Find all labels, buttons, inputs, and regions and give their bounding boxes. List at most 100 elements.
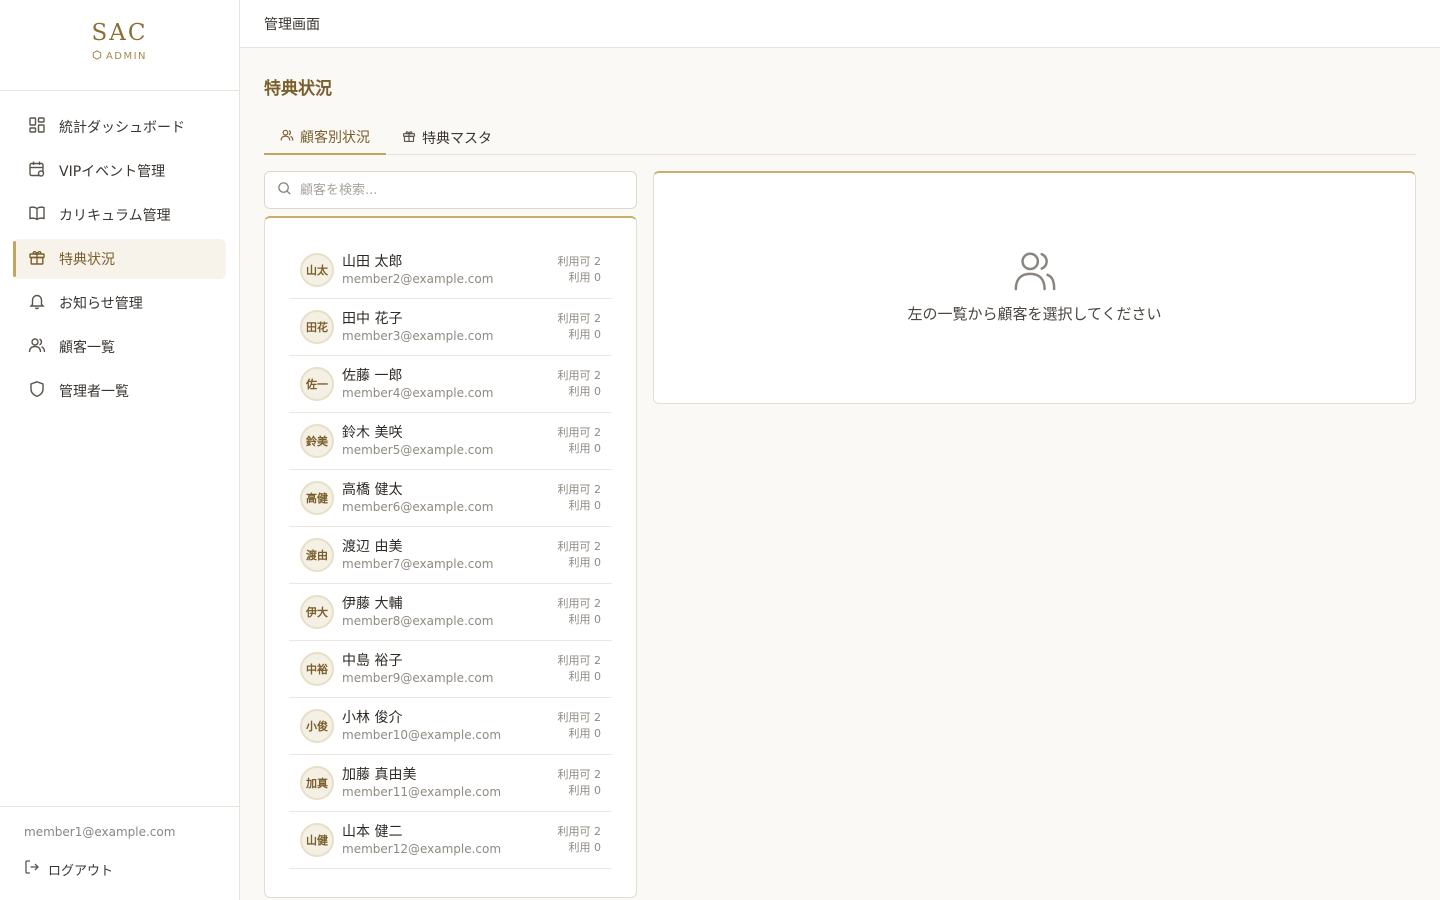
available-count: 利用可 2 — [557, 540, 602, 553]
customer-name: 鈴木 美咲 — [342, 424, 403, 441]
list-item[interactable]: 渡由 渡辺 由美 member7@example.com 利用可 2 利用 0 — [289, 527, 612, 584]
list-item[interactable]: 加真 加藤 真由美 member11@example.com 利用可 2 利用 … — [289, 755, 612, 812]
list-item[interactable]: 中裕 中島 裕子 member9@example.com 利用可 2 利用 0 — [289, 641, 612, 698]
avatar: 鈴美 — [300, 424, 334, 458]
customer-info: 田中 花子 member3@example.com — [342, 310, 558, 345]
brand: SAC ADMIN — [0, 0, 239, 91]
available-count: 利用可 2 — [557, 255, 602, 268]
used-count: 利用 0 — [568, 841, 602, 854]
logout-button[interactable]: ログアウト — [24, 859, 215, 879]
list-item[interactable]: 伊大 伊藤 大輔 member8@example.com 利用可 2 利用 0 — [289, 584, 612, 641]
benefit-counts: 利用可 2 利用 0 — [558, 482, 602, 514]
dashboard-icon — [28, 116, 46, 138]
sidebar-item-label: 顧客一覧 — [59, 340, 115, 356]
users-icon — [280, 128, 294, 146]
benefit-counts: 利用可 2 利用 0 — [558, 596, 602, 628]
calendar-icon — [28, 160, 46, 182]
available-count: 利用可 2 — [557, 597, 602, 610]
customer-email: member2@example.com — [342, 271, 494, 286]
sidebar-item-label: VIPイベント管理 — [59, 164, 166, 180]
customer-detail-panel: 左の一覧から顧客を選択してください — [653, 171, 1416, 404]
avatar: 渡由 — [300, 538, 334, 572]
customer-email: member4@example.com — [342, 385, 494, 400]
available-count: 利用可 2 — [557, 483, 602, 496]
list-item[interactable]: 高健 高橋 健太 member6@example.com 利用可 2 利用 0 — [289, 470, 612, 527]
customer-email: member10@example.com — [342, 727, 502, 742]
benefit-counts: 利用可 2 利用 0 — [558, 710, 602, 742]
tab-customer-status[interactable]: 顧客別状況 — [264, 120, 386, 155]
used-count: 利用 0 — [568, 385, 602, 398]
avatar: 加真 — [300, 766, 334, 800]
customer-info: 小林 俊介 member10@example.com — [342, 709, 558, 744]
customer-name: 渡辺 由美 — [342, 538, 403, 555]
sidebar-item-curriculum[interactable]: カリキュラム管理 — [13, 195, 226, 235]
used-count: 利用 0 — [568, 271, 602, 284]
list-item[interactable]: 山太 山田 太郎 member2@example.com 利用可 2 利用 0 — [289, 242, 612, 299]
users-icon — [654, 247, 1415, 297]
brand-sub: ADMIN — [0, 50, 239, 63]
sidebar-item-vip-events[interactable]: VIPイベント管理 — [13, 151, 226, 191]
users-icon — [28, 336, 46, 358]
shield-icon — [28, 380, 46, 402]
customer-email: member6@example.com — [342, 499, 494, 514]
current-user-email: member1@example.com — [24, 825, 176, 839]
customer-search — [264, 171, 637, 209]
customer-info: 中島 裕子 member9@example.com — [342, 652, 558, 687]
available-count: 利用可 2 — [557, 825, 602, 838]
sidebar-item-dashboard[interactable]: 統計ダッシュボード — [13, 107, 226, 147]
used-count: 利用 0 — [568, 784, 602, 797]
header-title: 管理画面 — [264, 17, 320, 33]
sidebar-item-label: 管理者一覧 — [59, 384, 129, 400]
avatar: 佐一 — [300, 367, 334, 401]
customer-info: 鈴木 美咲 member5@example.com — [342, 424, 558, 459]
used-count: 利用 0 — [568, 328, 602, 341]
available-count: 利用可 2 — [557, 768, 602, 781]
sidebar-nav: 統計ダッシュボード VIPイベント管理 カリキュラム管理 特典状況 お知らせ管理 — [0, 91, 239, 411]
benefit-counts: 利用可 2 利用 0 — [558, 767, 602, 799]
list-item[interactable]: 小俊 小林 俊介 member10@example.com 利用可 2 利用 0 — [289, 698, 612, 755]
benefit-counts: 利用可 2 利用 0 — [558, 539, 602, 571]
customer-name: 山本 健二 — [342, 823, 403, 840]
available-count: 利用可 2 — [557, 711, 602, 724]
empty-state-message: 左の一覧から顧客を選択してください — [907, 305, 1162, 323]
available-count: 利用可 2 — [557, 426, 602, 439]
sidebar-item-label: カリキュラム管理 — [59, 208, 171, 224]
benefit-counts: 利用可 2 利用 0 — [558, 425, 602, 457]
available-count: 利用可 2 — [557, 654, 602, 667]
customer-info: 高橋 健太 member6@example.com — [342, 481, 558, 516]
customer-info: 佐藤 一郎 member4@example.com — [342, 367, 558, 402]
list-item[interactable]: 佐一 佐藤 一郎 member4@example.com 利用可 2 利用 0 — [289, 356, 612, 413]
avatar: 中裕 — [300, 652, 334, 686]
page-title: 特典状況 — [264, 79, 332, 99]
customer-info: 加藤 真由美 member11@example.com — [342, 766, 558, 801]
search-input[interactable] — [300, 182, 620, 198]
used-count: 利用 0 — [568, 499, 602, 512]
benefit-counts: 利用可 2 利用 0 — [558, 824, 602, 856]
bell-icon — [28, 292, 46, 314]
available-count: 利用可 2 — [557, 312, 602, 325]
tab-benefit-master[interactable]: 特典マスタ — [386, 120, 508, 155]
customer-info: 山田 太郎 member2@example.com — [342, 253, 558, 288]
customer-name: 中島 裕子 — [342, 652, 403, 669]
sidebar-item-benefits[interactable]: 特典状況 — [13, 239, 226, 279]
brand-name: SAC — [91, 20, 148, 46]
main-content: 特典状況 顧客別状況 特典マスタ 山太 山田 太郎 member2@exampl… — [264, 48, 1416, 900]
customer-name: 田中 花子 — [342, 310, 403, 327]
book-icon — [28, 204, 46, 226]
sidebar-item-label: 特典状況 — [59, 252, 115, 268]
customer-info: 山本 健二 member12@example.com — [342, 823, 558, 858]
sidebar-item-customers[interactable]: 顧客一覧 — [13, 327, 226, 367]
sidebar-item-notifications[interactable]: お知らせ管理 — [13, 283, 226, 323]
list-item[interactable]: 鈴美 鈴木 美咲 member5@example.com 利用可 2 利用 0 — [289, 413, 612, 470]
used-count: 利用 0 — [568, 670, 602, 683]
sidebar-item-admins[interactable]: 管理者一覧 — [13, 371, 226, 411]
list-item[interactable]: 田花 田中 花子 member3@example.com 利用可 2 利用 0 — [289, 299, 612, 356]
list-item[interactable]: 山健 山本 健二 member12@example.com 利用可 2 利用 0 — [289, 812, 612, 869]
sidebar-item-label: 統計ダッシュボード — [59, 120, 185, 136]
customer-name: 小林 俊介 — [342, 709, 403, 726]
used-count: 利用 0 — [568, 556, 602, 569]
sidebar: SAC ADMIN 統計ダッシュボード VIPイベント管理 カリキュラム管理 特… — [0, 0, 240, 900]
benefit-counts: 利用可 2 利用 0 — [558, 254, 602, 286]
customer-name: 加藤 真由美 — [342, 766, 417, 783]
top-bar: 管理画面 — [240, 0, 1440, 48]
